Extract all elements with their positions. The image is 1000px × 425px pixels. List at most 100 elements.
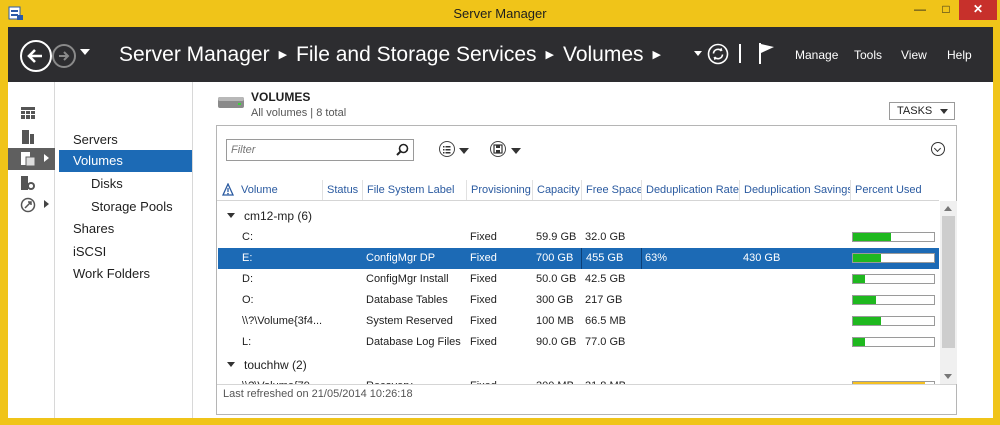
tasks-button[interactable]: TASKS	[889, 102, 955, 120]
cell-label: Database Tables	[366, 294, 448, 306]
column-volume[interactable]: Volume	[237, 180, 322, 200]
menu-manage[interactable]: Manage	[795, 48, 838, 62]
cell-capacity: 300 GB	[536, 294, 574, 306]
column-dedup-rate[interactable]: Deduplication Rate	[641, 180, 739, 200]
column-status[interactable]: Status	[322, 180, 362, 200]
breadcrumb-server-manager[interactable]: Server Manager	[119, 43, 270, 66]
percent-used-bar	[852, 274, 935, 284]
percent-used-fill	[853, 233, 891, 241]
breadcrumb-volumes[interactable]: Volumes	[563, 43, 644, 66]
close-button[interactable]: ✕	[959, 0, 997, 20]
table-row[interactable]: C: Fixed 59.9 GB 32.0 GB	[218, 227, 939, 248]
nav-shares[interactable]: Shares	[59, 218, 192, 240]
cell-dedup-savings	[743, 290, 851, 311]
cell-capacity: 700 GB	[536, 252, 574, 264]
nav-work-folders[interactable]: Work Folders	[59, 263, 192, 285]
nav-volumes[interactable]: Volumes	[59, 150, 192, 172]
maximize-button[interactable]: □	[933, 0, 959, 20]
chevron-down-icon[interactable]	[511, 148, 521, 154]
nav-iscsi[interactable]: iSCSI	[59, 241, 192, 263]
header-divider	[739, 44, 741, 63]
list-icon	[443, 146, 451, 154]
back-button[interactable]	[20, 40, 52, 72]
cell-dedup-savings: 430 GB	[743, 252, 781, 264]
scroll-up-icon[interactable]	[944, 206, 952, 211]
table-row[interactable]: L: Database Log Files Fixed 90.0 GB 77.0…	[218, 332, 939, 353]
list-view-button[interactable]	[439, 141, 455, 157]
group-header[interactable]: touchhw (2)	[227, 355, 307, 375]
column-free-space[interactable]: Free Space	[581, 180, 641, 200]
dashboard-icon	[21, 107, 35, 119]
breadcrumb-separator-icon[interactable]: ▶	[653, 49, 661, 61]
forward-button[interactable]	[52, 44, 76, 68]
last-refreshed-text: Last refreshed on 21/05/2014 10:26:18	[223, 388, 413, 400]
local-server-icon	[22, 130, 34, 144]
table-row[interactable]: O: Database Tables Fixed 300 GB 217 GB	[218, 290, 939, 311]
window-title: Server Manager	[453, 6, 547, 21]
cell-volume: C:	[242, 231, 253, 243]
cell-label	[366, 227, 466, 248]
header-dropdown-icon[interactable]	[694, 51, 702, 56]
cell-label: Database Log Files	[366, 336, 461, 348]
cell-volume: E:	[242, 252, 253, 264]
cell-free-space: 217 GB	[585, 294, 623, 306]
nav-disks[interactable]: Disks	[59, 173, 192, 195]
group-header[interactable]: cm12-mp (6)	[227, 206, 312, 226]
rail-local-server[interactable]	[8, 126, 55, 148]
vertical-scrollbar[interactable]	[940, 201, 957, 384]
filter-input[interactable]: Filter	[226, 139, 414, 161]
table-row[interactable]: \\?\Volume{3f4... System Reserved Fixed …	[218, 311, 939, 332]
breadcrumb-separator-icon: ▶	[545, 49, 554, 61]
cell-volume: L:	[242, 336, 252, 348]
tasks-label: TASKS	[897, 105, 933, 117]
volumes-title: VOLUMES	[251, 90, 311, 104]
cell-free-space: 66.5 MB	[585, 315, 626, 327]
scrollbar-thumb[interactable]	[942, 216, 955, 348]
rail-roles[interactable]	[8, 194, 55, 216]
history-dropdown-icon[interactable]	[80, 49, 90, 55]
cell-capacity: 50.0 GB	[536, 273, 577, 285]
table-row-selected[interactable]: E: ConfigMgr DP Fixed 700 GB 455 GB 63% …	[218, 248, 939, 269]
nav-storage-pools[interactable]: Storage Pools	[59, 196, 192, 218]
main-content: VOLUMES All volumes | 8 total TASKS Filt…	[194, 82, 993, 418]
filter-placeholder: Filter	[231, 144, 256, 156]
collapse-triangle-icon[interactable]	[227, 362, 235, 367]
rail-dashboard[interactable]	[8, 102, 55, 124]
nav-servers[interactable]: Servers	[59, 129, 192, 151]
percent-used-bar	[852, 337, 935, 347]
cell-capacity: 59.9 GB	[536, 231, 577, 243]
column-percent-used[interactable]: Percent Used	[850, 180, 937, 200]
percent-used-fill	[853, 254, 881, 262]
minimize-button[interactable]: —	[907, 0, 933, 20]
menu-tools[interactable]: Tools	[854, 48, 882, 62]
group-name: touchhw (2)	[244, 358, 307, 372]
percent-used-fill	[853, 275, 865, 283]
forward-arrow-icon	[59, 51, 70, 61]
column-capacity[interactable]: Capacity	[532, 180, 581, 200]
collapse-triangle-icon[interactable]	[227, 213, 235, 218]
menu-view[interactable]: View	[901, 48, 927, 62]
window-title-bar: Server Manager — □ ✕	[0, 0, 1000, 27]
cell-free-space: 42.5 GB	[585, 273, 626, 285]
cell-provisioning: Fixed	[470, 294, 497, 306]
menu-help[interactable]: Help	[947, 48, 972, 62]
column-provisioning[interactable]: Provisioning	[466, 180, 532, 200]
save-query-button[interactable]	[490, 141, 506, 157]
column-dedup-savings[interactable]: Deduplication Savings	[739, 180, 850, 200]
column-file-system-label[interactable]: File System Label	[362, 180, 466, 200]
chevron-down-icon[interactable]	[459, 148, 469, 154]
refresh-icon[interactable]	[707, 43, 729, 65]
breadcrumb-file-storage[interactable]: File and Storage Services	[296, 43, 536, 66]
search-icon[interactable]	[396, 143, 409, 156]
cell-provisioning: Fixed	[470, 252, 497, 264]
scroll-down-icon[interactable]	[944, 374, 952, 379]
rail-file-storage[interactable]	[8, 148, 55, 170]
rail-all-servers[interactable]	[8, 172, 55, 194]
expand-collapse-button[interactable]	[931, 142, 945, 156]
cell-capacity: 100 MB	[536, 315, 574, 327]
cell-volume: O:	[242, 294, 254, 306]
cell-label: ConfigMgr DP	[366, 252, 436, 264]
notifications-flag-icon[interactable]	[757, 41, 777, 65]
table-row[interactable]: D: ConfigMgr Install Fixed 50.0 GB 42.5 …	[218, 269, 939, 290]
percent-used-bar	[852, 316, 935, 326]
